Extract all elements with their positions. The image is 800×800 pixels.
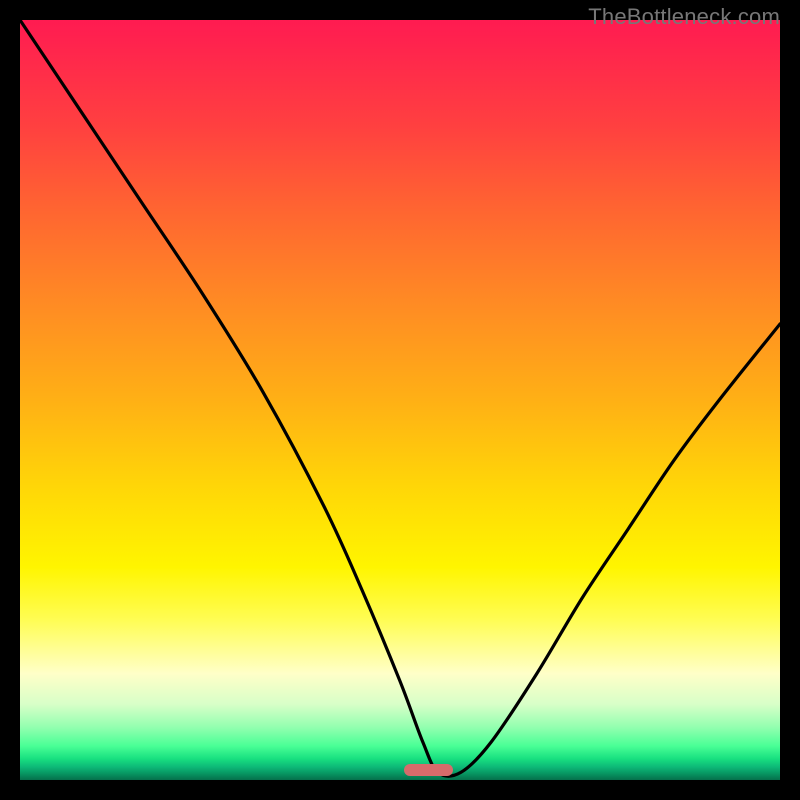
plot-area — [20, 20, 780, 780]
curve-svg — [20, 20, 780, 780]
watermark-text: TheBottleneck.com — [588, 4, 780, 30]
bottleneck-curve — [20, 20, 780, 776]
optimal-marker — [404, 764, 453, 776]
chart-frame: TheBottleneck.com — [0, 0, 800, 800]
